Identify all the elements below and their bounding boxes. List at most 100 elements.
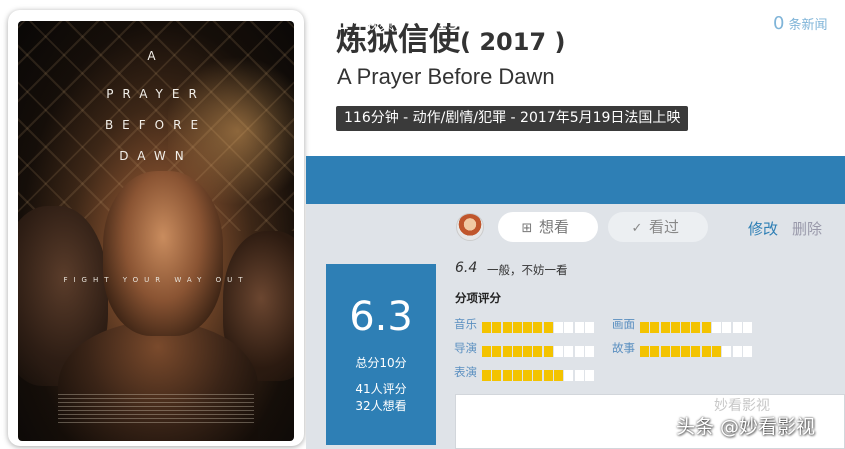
stats-bar [306, 156, 845, 204]
rating-segment-filled [533, 322, 543, 333]
sub-rating-story: 故事 [612, 337, 753, 357]
user-avatar[interactable] [456, 213, 484, 241]
rating-segment-filled [533, 346, 543, 357]
rating-segment-filled [660, 322, 670, 333]
watermark: 头条 @妙看影视 [676, 416, 816, 438]
stat-label: 条影评 [691, 18, 731, 33]
stat-images[interactable]: 13 张图片 [436, 0, 502, 48]
sub-rating-bar [640, 318, 753, 333]
delete-link[interactable]: 删除 [792, 218, 822, 239]
seen-label: 看过 [649, 218, 680, 236]
rating-segment-empty [564, 370, 574, 381]
rating-segment-filled [701, 322, 711, 333]
rating-segment-filled [701, 346, 711, 357]
rating-segment-filled [523, 346, 533, 357]
rating-segment-empty [742, 346, 752, 357]
stat-label: 条新闻 [788, 18, 828, 33]
rating-segment-empty [584, 346, 594, 357]
poster-title-line: BEFORE [104, 118, 208, 132]
stat-count: 0 [773, 13, 785, 34]
plus-box-icon: ⊞ [521, 221, 533, 236]
rating-segment-filled [681, 346, 691, 357]
rating-segment-filled [523, 322, 533, 333]
poster-figure-body [58, 321, 258, 441]
stat-cast-crew[interactable]: 84 位演职员 [543, 0, 622, 48]
rating-segment-filled [543, 346, 553, 357]
rating-segment-filled [482, 370, 491, 381]
sub-rating-label: 表演 [454, 364, 477, 379]
want-count: 32人想看 [355, 399, 407, 413]
rating-segment-filled [681, 322, 691, 333]
rating-segment-empty [554, 322, 564, 333]
edit-link[interactable]: 修改 [748, 218, 778, 239]
rating-segment-filled [712, 346, 722, 357]
rating-segment-filled [502, 322, 512, 333]
want-label: 想看 [539, 218, 570, 236]
sub-rating-music: 音乐 [454, 313, 595, 333]
sub-rating-visuals: 画面 [612, 313, 753, 333]
rating-segment-empty [574, 370, 584, 381]
rating-segment-filled [492, 322, 502, 333]
rating-segment-filled [691, 322, 701, 333]
rating-segment-empty [722, 346, 732, 357]
sub-rating-bar [482, 366, 595, 381]
rating-segment-filled [492, 346, 502, 357]
rating-segment-empty [564, 346, 574, 357]
stat-count: 1 [338, 13, 350, 34]
stat-news[interactable]: 0 条新闻 [773, 0, 827, 48]
want-to-watch-button[interactable]: ⊞ 想看 [498, 212, 598, 242]
poster-title-line: A [147, 49, 165, 63]
stat-label: 张图片 [462, 18, 502, 33]
poster-title-line: DAWN [119, 149, 193, 163]
rating-segment-filled [512, 322, 522, 333]
rater-count: 41人评分 [355, 382, 407, 396]
rating-segment-filled [512, 370, 522, 381]
total-score: 6.3 [349, 294, 413, 340]
checkmark-icon: ✓ [631, 221, 643, 236]
stat-label: 个视频 [353, 18, 393, 33]
rating-segment-filled [502, 346, 512, 357]
rating-segment-empty [742, 322, 752, 333]
rating-segment-filled [660, 346, 670, 357]
stat-count: 84 [543, 13, 566, 34]
rating-segment-filled [650, 322, 660, 333]
poster-tagline: FIGHT YOUR WAY OUT [63, 276, 249, 284]
stat-count: 15 [665, 13, 688, 34]
sub-rating-label: 音乐 [454, 316, 477, 331]
rating-segment-filled [543, 322, 553, 333]
sub-rating-bar [482, 342, 595, 357]
stat-videos[interactable]: 1 个视频 [338, 0, 392, 48]
rating-segment-empty [732, 346, 742, 357]
rating-segment-empty [574, 346, 584, 357]
rating-segment-filled [640, 346, 649, 357]
sub-rating-bar [482, 318, 595, 333]
poster-figure-center [103, 171, 223, 336]
poster-card[interactable]: A PRAYER BEFORE DAWN FIGHT YOUR WAY OUT [8, 10, 304, 446]
sub-rating-acting: 表演 [454, 361, 595, 381]
sub-rating-directing: 导演 [454, 337, 595, 357]
rating-segment-empty [564, 322, 574, 333]
rating-segment-empty [574, 322, 584, 333]
sub-rating-label: 导演 [454, 340, 477, 355]
rating-segment-empty [584, 370, 594, 381]
rating-segment-filled [482, 322, 491, 333]
sub-ratings-heading: 分项评分 [455, 291, 501, 305]
rating-segment-empty [554, 346, 564, 357]
movie-poster[interactable]: A PRAYER BEFORE DAWN FIGHT YOUR WAY OUT [18, 21, 294, 441]
sub-rating-label: 画面 [612, 316, 635, 331]
stat-reviews[interactable]: 15 条影评 [665, 0, 731, 48]
rating-segment-filled [554, 370, 564, 381]
rating-segment-filled [650, 346, 660, 357]
rating-segment-filled [640, 322, 649, 333]
poster-credits-block [58, 393, 254, 423]
stat-label: 位演职员 [569, 18, 622, 33]
rating-segment-empty [584, 322, 594, 333]
movie-meta-info: 116分钟 - 动作/剧情/犯罪 - 2017年5月19日法国上映 [336, 106, 689, 131]
rating-segment-filled [482, 346, 491, 357]
rating-segment-empty [712, 322, 722, 333]
rating-segment-filled [543, 370, 553, 381]
watched-button[interactable]: ✓ 看过 [608, 212, 708, 242]
sub-rating-bar [640, 342, 753, 357]
my-rating-verdict: 一般，不妨一看 [487, 263, 568, 277]
rating-segment-empty [722, 322, 732, 333]
